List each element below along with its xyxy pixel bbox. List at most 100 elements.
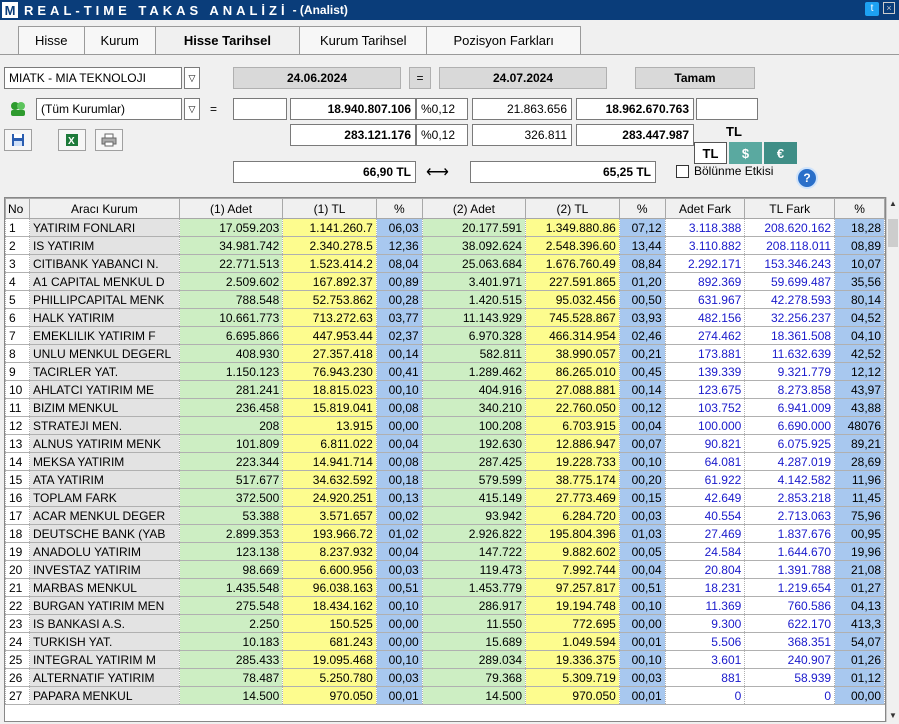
extra-field[interactable] xyxy=(696,98,758,120)
split-effect-checkbox[interactable] xyxy=(676,165,689,178)
table-row[interactable]: 14 MEKSA YATIRIM 223.344 14.941.714 00,08 287… xyxy=(5,452,885,471)
tl-1: 8.237.932 xyxy=(282,542,377,561)
twitter-icon[interactable]: t xyxy=(865,2,879,16)
tl-2: 19.336.375 xyxy=(525,650,620,669)
diff-pct: 54,07 xyxy=(834,632,885,651)
table-row[interactable]: 1 YATIRIM FONLARI 17.059.203 1.141.260.7 06,… xyxy=(5,218,885,237)
tl-1: 34.632.592 xyxy=(282,470,377,489)
save-icon[interactable] xyxy=(4,129,32,151)
tab-hisse[interactable]: Hisse xyxy=(18,26,85,54)
qty-2: 38.092.624 xyxy=(421,236,527,255)
table-row[interactable]: 10 AHLATCI YATIRIM ME 281.241 18.815.023 00,… xyxy=(5,380,885,399)
start-date[interactable]: 24.06.2024 xyxy=(233,67,401,89)
diff-pct: 04,13 xyxy=(834,596,885,615)
qty-1: 275.548 xyxy=(178,596,284,615)
table-row[interactable]: 26 ALTERNATIF YATIRIM 78.487 5.250.780 00,03… xyxy=(5,668,885,687)
excel-icon[interactable]: X xyxy=(58,129,86,151)
tl-1: 5.250.780 xyxy=(282,668,377,687)
close-icon[interactable]: × xyxy=(883,2,895,14)
vertical-scrollbar[interactable]: ▲ ▼ xyxy=(886,197,899,722)
row-number: 26 xyxy=(5,668,30,687)
tab-kurum[interactable]: Kurum xyxy=(83,26,156,54)
column-header[interactable]: (1) Adet xyxy=(178,198,284,219)
column-header[interactable]: Adet Fark xyxy=(664,198,746,219)
column-header[interactable]: No xyxy=(5,198,30,219)
table-row[interactable]: 25 INTEGRAL YATIRIM M 285.433 19.095.468 00,… xyxy=(5,650,885,669)
table-row[interactable]: 13 ALNUS YATIRIM MENK 101.809 6.811.022 00,0… xyxy=(5,434,885,453)
institution-select[interactable]: (Tüm Kurumlar) xyxy=(36,98,182,120)
scroll-thumb[interactable] xyxy=(888,219,898,247)
table-row[interactable]: 22 BURGAN YATIRIM MEN 275.548 18.434.162 00,… xyxy=(5,596,885,615)
ok-button[interactable]: Tamam xyxy=(635,67,755,89)
institution-name: A1 CAPITAL MENKUL D xyxy=(28,272,180,291)
window-subtitle: - (Analist) xyxy=(292,3,348,17)
table-row[interactable]: 18 DEUTSCHE BANK (YAB 2.899.353 193.966.72 0… xyxy=(5,524,885,543)
diff-pct: 04,52 xyxy=(834,308,885,327)
tl-1: 150.525 xyxy=(282,614,377,633)
pct-1: 02,37 xyxy=(375,326,423,345)
table-row[interactable]: 5 PHILLIPCAPITAL MENK 788.548 52.753.862 00,… xyxy=(5,290,885,309)
scroll-up-icon[interactable]: ▲ xyxy=(889,199,897,208)
table-row[interactable]: 27 PAPARA MENKUL 14.500 970.050 00,01 14.500 9… xyxy=(5,686,885,705)
table-row[interactable]: 24 TURKISH YAT. 10.183 681.243 00,00 15.689 1.… xyxy=(5,632,885,651)
table-row[interactable]: 9 TACIRLER YAT. 1.150.123 76.943.230 00,41 1.… xyxy=(5,362,885,381)
table-row[interactable]: 7 EMEKLILIK YATIRIM F 6.695.866 447.953.44 0… xyxy=(5,326,885,345)
scroll-down-icon[interactable]: ▼ xyxy=(889,711,897,720)
qty-diff: 0 xyxy=(664,686,746,705)
table-row[interactable]: 8 UNLU MENKUL DEGERL 408.930 27.357.418 00,1… xyxy=(5,344,885,363)
diff-pct: 413,3 xyxy=(834,614,885,633)
currency-eur-button[interactable]: € xyxy=(764,142,797,164)
qty-diff: 173.881 xyxy=(664,344,746,363)
column-header[interactable]: % xyxy=(834,198,885,219)
pct-1: 00,08 xyxy=(375,398,423,417)
currency-usd-button[interactable]: $ xyxy=(729,142,762,164)
add-institution-icon[interactable] xyxy=(4,98,32,120)
table-row[interactable]: 16 TOPLAM FARK 372.500 24.920.251 00,13 415.1… xyxy=(5,488,885,507)
column-header[interactable]: (2) Adet xyxy=(421,198,527,219)
filter-value-field[interactable] xyxy=(233,98,287,120)
end-date[interactable]: 24.07.2024 xyxy=(439,67,607,89)
table-row[interactable]: 23 IS BANKASI A.S. 2.250 150.525 00,00 11.550… xyxy=(5,614,885,633)
table-row[interactable]: 3 CITIBANK YABANCI N. 22.771.513 1.523.414.… xyxy=(5,254,885,273)
table-row[interactable]: 17 ACAR MENKUL DEGER 53.388 3.571.657 00,02 9… xyxy=(5,506,885,525)
tab-pozisyon-farklari[interactable]: Pozisyon Farkları xyxy=(426,26,581,54)
table-row[interactable]: 20 INVESTAZ YATIRIM 98.669 6.600.956 00,03 11… xyxy=(5,560,885,579)
table-row[interactable]: 11 BIZIM MENKUL 236.458 15.819.041 00,08 340.… xyxy=(5,398,885,417)
column-header[interactable]: (1) TL xyxy=(282,198,377,219)
institution-name: ACAR MENKUL DEGER xyxy=(28,506,180,525)
equals-sign: = xyxy=(409,67,431,89)
qty-1: 10.661.773 xyxy=(178,308,284,327)
help-icon[interactable]: ? xyxy=(796,167,818,189)
currency-tl-button[interactable]: TL xyxy=(694,142,727,164)
qty-1: 53.388 xyxy=(178,506,284,525)
tab-hisse-tarihsel[interactable]: Hisse Tarihsel xyxy=(154,26,301,54)
stock-dropdown-chevron-icon[interactable]: ▽ xyxy=(184,67,200,89)
tl-2: 745.528.867 xyxy=(525,308,620,327)
table-row[interactable]: 15 ATA YATIRIM 517.677 34.632.592 00,18 579.5… xyxy=(5,470,885,489)
column-header[interactable]: TL Fark xyxy=(744,198,836,219)
column-header[interactable]: % xyxy=(618,198,666,219)
svg-text:X: X xyxy=(68,136,75,147)
pct-1: 00,03 xyxy=(375,668,423,687)
qty-diff: 24.584 xyxy=(664,542,746,561)
tl-diff: 0 xyxy=(744,686,836,705)
table-row[interactable]: 6 HALK YATIRIM 10.661.773 713.272.63 03,77 11… xyxy=(5,308,885,327)
print-icon[interactable] xyxy=(95,129,123,151)
qty-1: 10.183 xyxy=(178,632,284,651)
table-row[interactable]: 4 A1 CAPITAL MENKUL D 2.509.602 167.892.37 0… xyxy=(5,272,885,291)
stock-select[interactable]: MIATK - MIA TEKNOLOJI xyxy=(4,67,182,89)
table-row[interactable]: 19 ANADOLU YATIRIM 123.138 8.237.932 00,04 14… xyxy=(5,542,885,561)
column-header[interactable]: Aracı Kurum xyxy=(28,198,180,219)
institution-dropdown-chevron-icon[interactable]: ▽ xyxy=(184,98,200,120)
tab-kurum-tarihsel[interactable]: Kurum Tarihsel xyxy=(299,26,428,54)
pct-2: 02,46 xyxy=(618,326,666,345)
table-row[interactable]: 21 MARBAS MENKUL 1.435.548 96.038.163 00,51 1… xyxy=(5,578,885,597)
column-header[interactable]: (2) TL xyxy=(525,198,620,219)
tl-2: 22.760.050 xyxy=(525,398,620,417)
pct-1: 00,10 xyxy=(375,596,423,615)
table-row[interactable]: 2 IS YATIRIM 34.981.742 2.340.278.5 12,36 38.… xyxy=(5,236,885,255)
total-lot-2: 18.962.670.763 xyxy=(576,98,694,120)
column-header[interactable]: % xyxy=(375,198,423,219)
pct-2: 00,14 xyxy=(618,380,666,399)
table-row[interactable]: 12 STRATEJI MEN. 208 13.915 00,00 100.208 6.70… xyxy=(5,416,885,435)
